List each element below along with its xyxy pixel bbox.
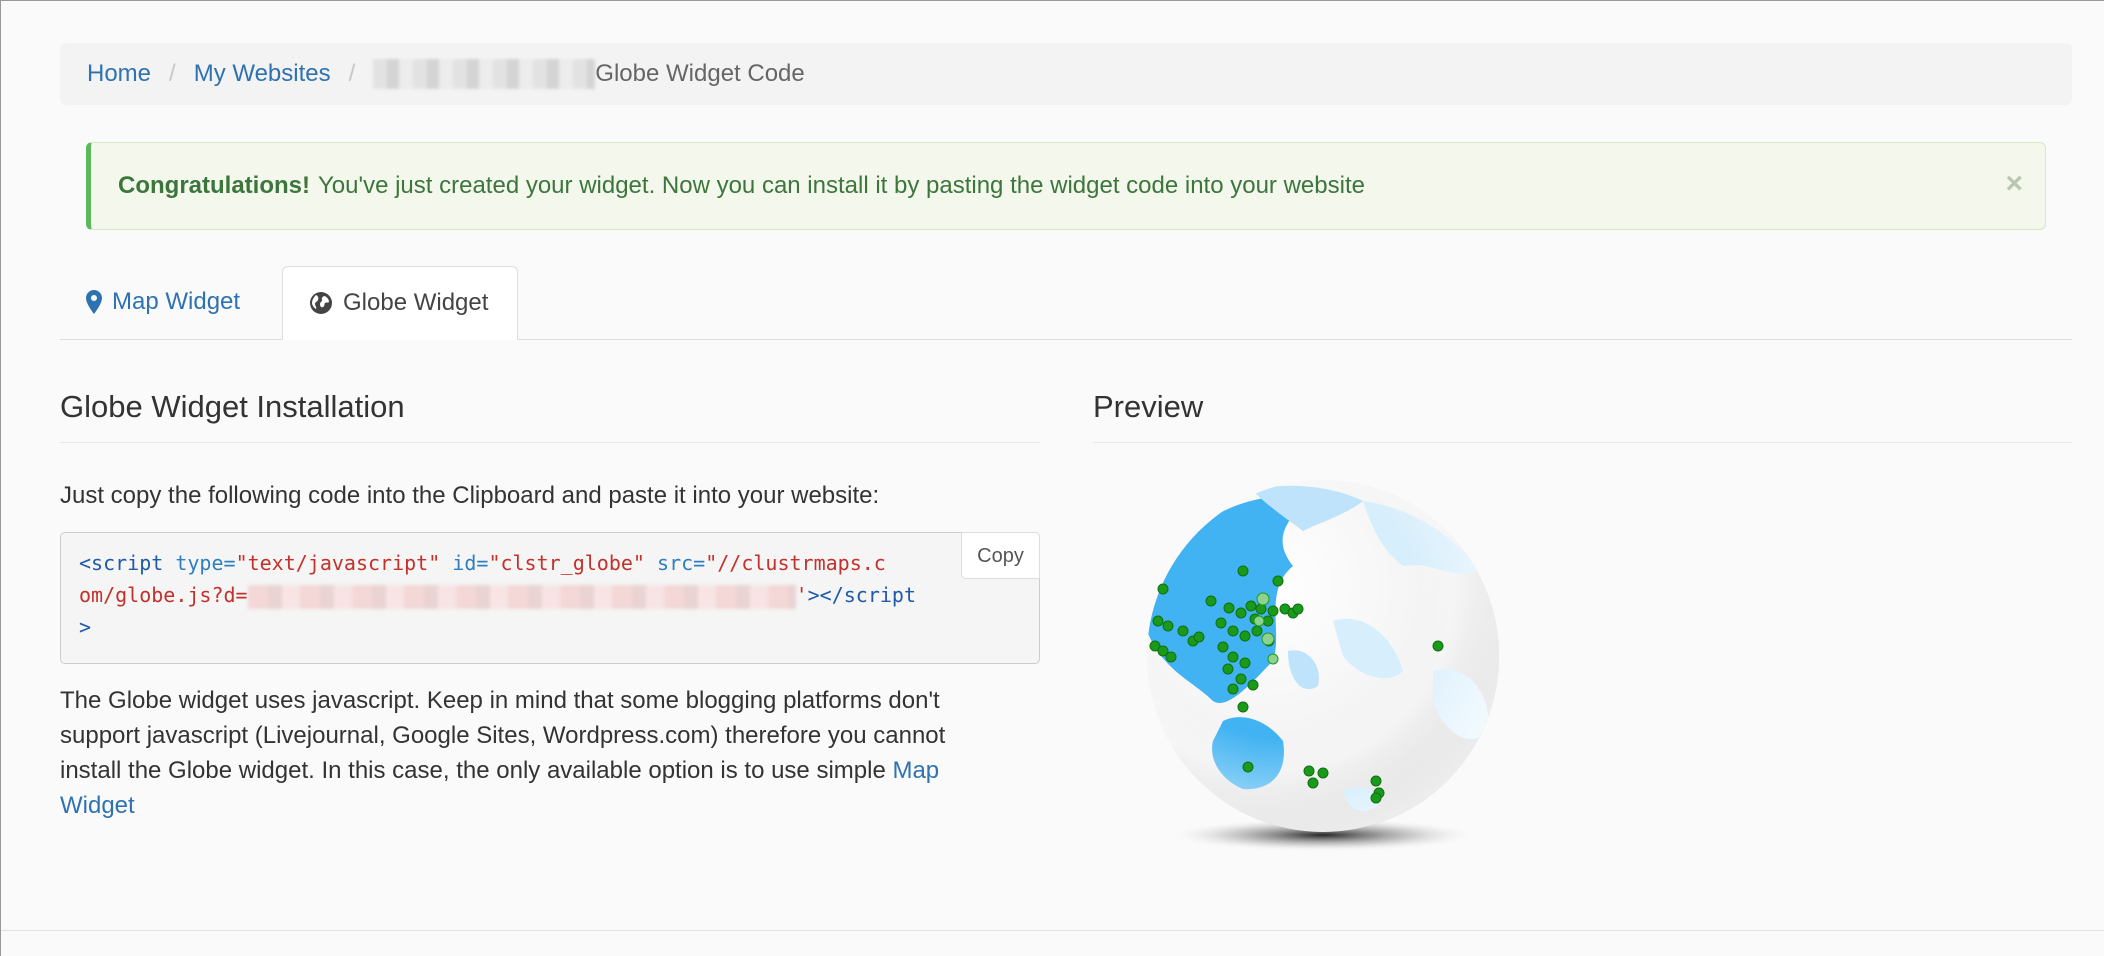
close-icon[interactable]: × bbox=[2005, 167, 2023, 201]
tab-map-widget-label: Map Widget bbox=[112, 288, 241, 315]
code-line: > bbox=[79, 615, 92, 639]
globe-preview-image bbox=[1147, 480, 1499, 851]
redacted-code-id bbox=[247, 584, 796, 609]
alert-strong: Congratulations! bbox=[118, 172, 310, 199]
breadcrumb-home-link[interactable]: Home bbox=[87, 60, 151, 88]
install-instruction: Just copy the following code into the Cl… bbox=[60, 482, 880, 509]
globe-preview[interactable] bbox=[1133, 471, 1513, 866]
map-marker-icon bbox=[86, 290, 102, 314]
copy-button[interactable]: Copy bbox=[961, 532, 1040, 579]
tab-map-widget[interactable]: Map Widget bbox=[60, 266, 266, 338]
installation-title: Globe Widget Installation bbox=[60, 389, 405, 424]
javascript-note-text: The Globe widget uses javascript. Keep i… bbox=[60, 687, 946, 784]
redacted-website-name bbox=[373, 59, 596, 89]
code-line: om/globe.js?d= '></script bbox=[79, 583, 916, 609]
divider bbox=[1093, 442, 2072, 443]
breadcrumb-separator: / bbox=[348, 60, 356, 87]
divider bbox=[60, 442, 1040, 443]
widget-code-block[interactable]: <script type="text/javascript" id="clstr… bbox=[60, 532, 1040, 664]
globe-icon bbox=[310, 292, 332, 314]
footer-divider bbox=[1, 930, 2104, 931]
javascript-note: The Globe widget uses javascript. Keep i… bbox=[60, 683, 1005, 823]
tab-globe-widget-label: Globe Widget bbox=[343, 289, 489, 316]
success-alert: Congratulations! You've just created you… bbox=[86, 142, 2046, 230]
widget-tabs: Map Widget Globe Widget bbox=[60, 266, 2072, 340]
breadcrumb-current: Globe Widget Code bbox=[595, 60, 805, 87]
breadcrumb-my-websites-link[interactable]: My Websites bbox=[194, 60, 331, 88]
breadcrumb-separator: / bbox=[169, 60, 176, 87]
tab-globe-widget[interactable]: Globe Widget bbox=[282, 266, 518, 340]
preview-title: Preview bbox=[1093, 389, 1204, 424]
breadcrumb: Home / My Websites / Globe Widget Code bbox=[60, 43, 2072, 105]
alert-message: You've just created your widget. Now you… bbox=[318, 172, 1365, 199]
code-line: <script type="text/javascript" id="clstr… bbox=[79, 551, 886, 575]
